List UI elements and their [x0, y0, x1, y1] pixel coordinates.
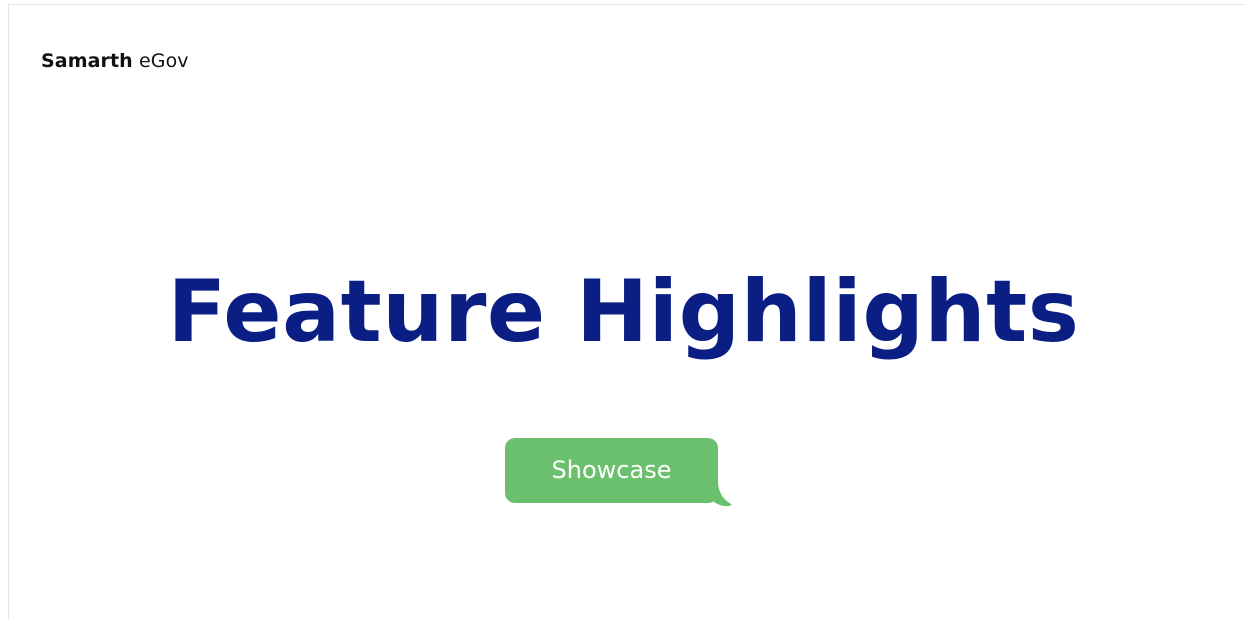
showcase-button[interactable]: Showcase: [505, 438, 718, 503]
page-title: Feature Highlights: [167, 262, 1080, 362]
brand-name-strong: Samarth: [41, 50, 133, 72]
slide-canvas: Samarth eGov Feature Highlights Showcase: [8, 4, 1245, 619]
brand-logo-text: Samarth eGov: [41, 50, 189, 72]
brand-name-rest: eGov: [138, 50, 189, 72]
